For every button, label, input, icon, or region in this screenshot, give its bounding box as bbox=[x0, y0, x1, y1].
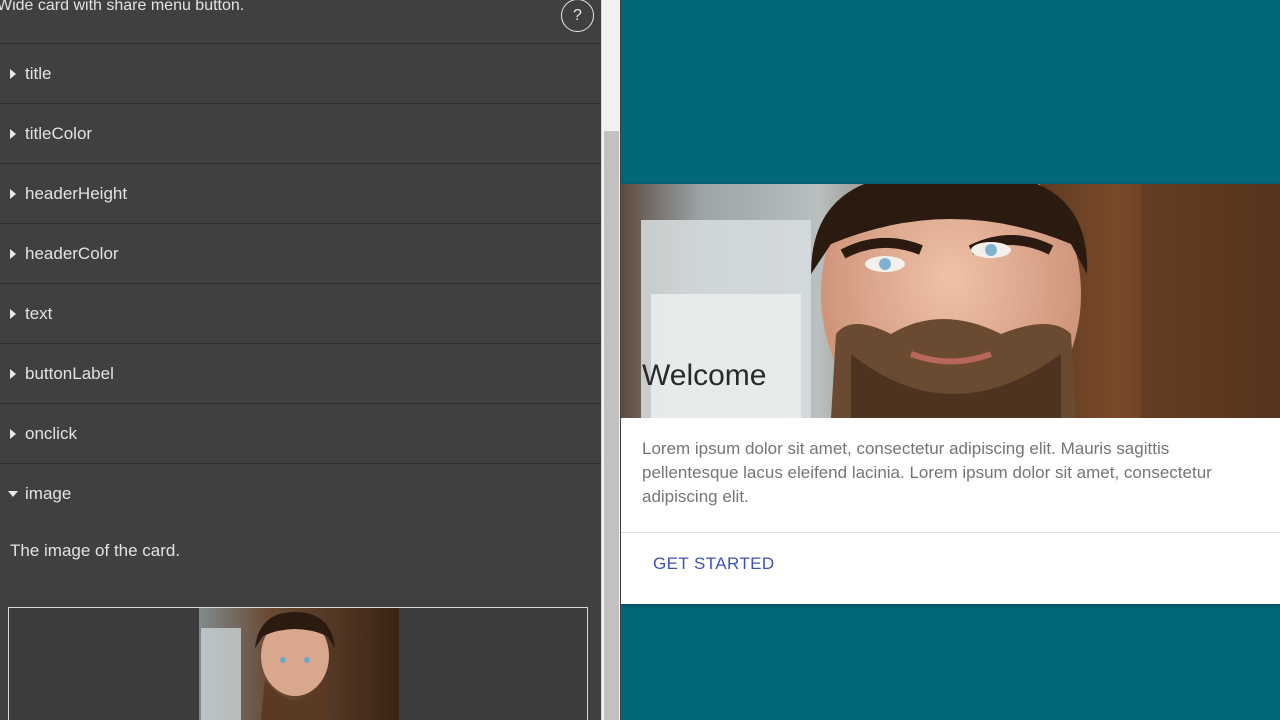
panel-header: Wide card with share menu button. ? bbox=[0, 0, 601, 44]
property-label: headerColor bbox=[25, 243, 119, 263]
card-supporting-text: Lorem ipsum dolor sit amet, consectetur … bbox=[642, 439, 1212, 506]
collapse-arrow-icon bbox=[8, 491, 18, 497]
expand-arrow-icon bbox=[10, 188, 16, 199]
property-label: image bbox=[25, 484, 72, 503]
image-picker[interactable] bbox=[8, 607, 588, 720]
card-preview: Welcome Lorem ipsum dolor sit amet, cons… bbox=[621, 0, 1280, 720]
expand-arrow-icon bbox=[10, 308, 16, 319]
component-description: Wide card with share menu button. bbox=[0, 0, 245, 14]
property-row-button-label[interactable]: buttonLabel bbox=[0, 344, 601, 404]
expand-arrow-icon bbox=[10, 68, 16, 79]
property-row-header-color[interactable]: headerColor bbox=[0, 224, 601, 284]
property-row-onclick[interactable]: onclick bbox=[0, 404, 601, 464]
property-row-title[interactable]: title bbox=[0, 44, 601, 104]
property-row-header-height[interactable]: headerHeight bbox=[0, 164, 601, 224]
property-row-text[interactable]: text bbox=[0, 284, 601, 344]
expand-arrow-icon bbox=[10, 368, 16, 379]
card-actions-divider bbox=[621, 532, 1280, 533]
scrollbar-thumb[interactable] bbox=[604, 131, 619, 720]
property-row-title-color[interactable]: titleColor bbox=[0, 104, 601, 164]
card-header-image: Welcome bbox=[621, 184, 1280, 418]
property-label: title bbox=[25, 63, 52, 83]
get-started-button[interactable]: GET STARTED bbox=[643, 544, 785, 584]
panel-scrollbar[interactable] bbox=[601, 0, 620, 720]
image-thumbnail bbox=[199, 608, 399, 720]
help-button[interactable]: ? bbox=[561, 0, 594, 32]
property-panel: Wide card with share menu button. ? titl… bbox=[0, 0, 601, 720]
property-label: text bbox=[25, 303, 53, 323]
image-property-description: The image of the card. bbox=[10, 541, 181, 560]
property-label: onclick bbox=[25, 423, 77, 443]
expand-arrow-icon bbox=[10, 128, 16, 139]
expand-arrow-icon bbox=[10, 248, 16, 259]
property-label: headerHeight bbox=[25, 183, 128, 203]
card-title: Welcome bbox=[642, 359, 767, 392]
property-label: titleColor bbox=[25, 123, 93, 143]
wide-card: Welcome Lorem ipsum dolor sit amet, cons… bbox=[621, 184, 1280, 604]
expand-arrow-icon bbox=[10, 428, 16, 439]
help-icon: ? bbox=[573, 6, 582, 24]
property-row-image[interactable]: image bbox=[0, 464, 601, 524]
property-label: buttonLabel bbox=[25, 363, 114, 383]
